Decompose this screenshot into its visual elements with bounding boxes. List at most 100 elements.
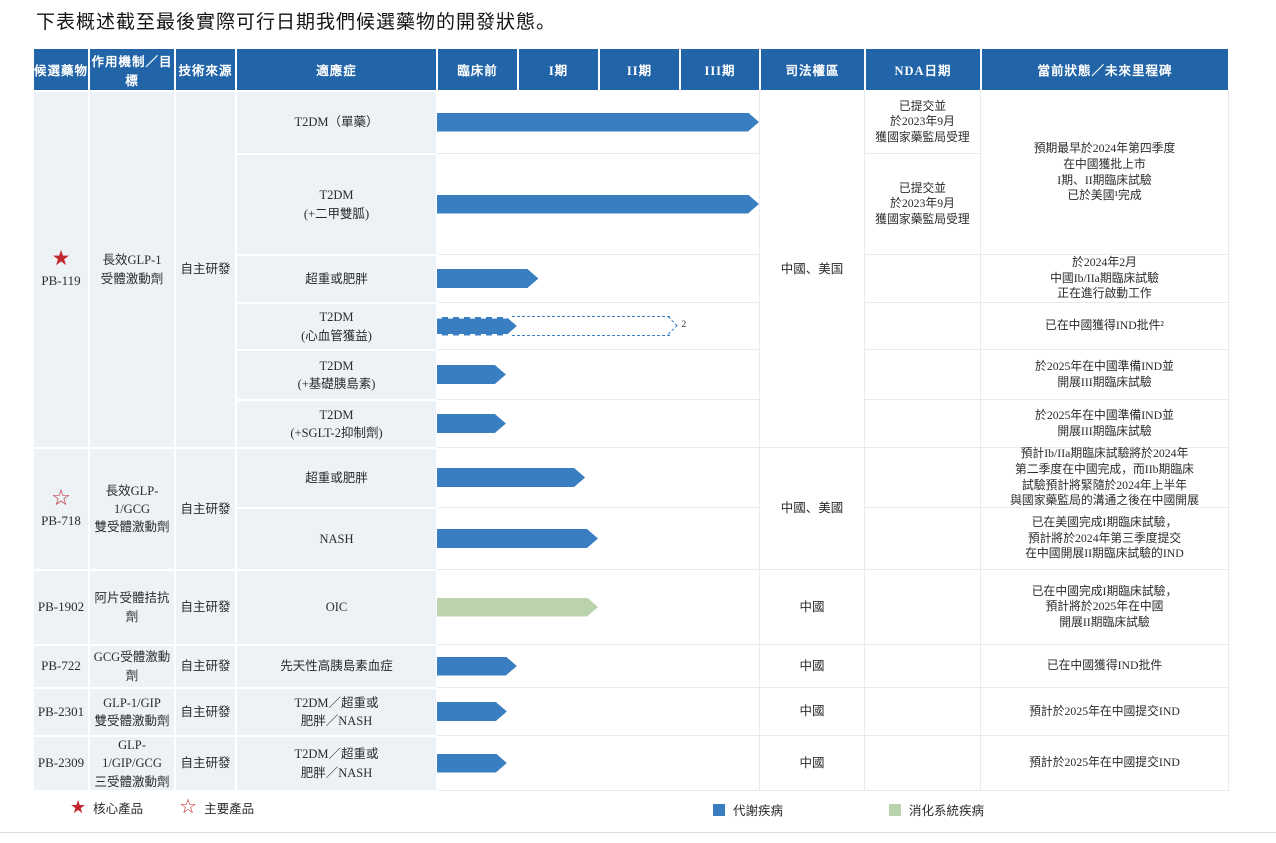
page-title: 下表概述截至最後實際可行日期我們候選藥物的開發狀態。 — [36, 12, 557, 33]
nda-cell — [865, 508, 981, 570]
indication-cell: T2DM (心血管獲益) — [236, 303, 437, 350]
bottom-rule — [0, 832, 1276, 833]
nda-cell — [865, 255, 981, 303]
core-product-star-icon: ★ — [70, 797, 87, 817]
nda-cell — [865, 645, 981, 688]
indication-cell: NASH — [236, 508, 437, 570]
pipeline-table: 候選藥物 作用機制／目標 技術來源 適應症 臨床前 I期 II期 III期 司法… — [33, 48, 1229, 791]
drug-cell-pb-2301: PB-2301 — [33, 688, 89, 736]
status-cell: 於2024年2月 中國Ib/IIa期臨床試驗 正在進行啟動工作 — [981, 255, 1229, 303]
nda-cell — [865, 350, 981, 400]
footnote-marker: 2 — [681, 320, 687, 330]
indication-cell: OIC — [236, 570, 437, 645]
phase-track — [437, 400, 760, 448]
drug-label: PB-722 — [41, 658, 81, 674]
drug-label: PB-2301 — [37, 703, 85, 719]
header-preclinical: 臨床前 — [437, 48, 518, 91]
drug-label: PB-2309 — [37, 755, 85, 771]
progress-bar — [437, 754, 507, 773]
mechanism-cell: 長效GLP-1/GCG 雙受體激動劑 — [89, 448, 175, 570]
status-cell: 於2025年在中國準備IND並 開展III期臨床試驗 — [981, 350, 1229, 400]
major-product-label: 主要產品 — [204, 801, 255, 816]
drug-label: PB-1902 — [37, 599, 85, 615]
nda-cell: 已提交並 於2023年9月 獲國家藥監局受理 — [865, 91, 981, 154]
header-status: 當前狀態／未來里程碑 — [981, 48, 1229, 91]
source-cell: 自主研發 — [175, 645, 236, 688]
drug-label: PB-119 — [41, 273, 81, 289]
status-cell: 預期最早於2024年第四季度 在中國獲批上市 I期、II期臨床試驗 已於美國¹完… — [981, 91, 1229, 255]
phase-track — [437, 154, 760, 255]
status-cell: 於2025年在中國準備IND並 開展III期臨床試驗 — [981, 400, 1229, 448]
digestive-disease-label: 消化系統疾病 — [909, 804, 985, 818]
indication-cell: T2DM (+基礎胰島素) — [236, 350, 437, 400]
progress-bar — [437, 113, 759, 132]
drug-cell-pb-2309: PB-2309 — [33, 736, 89, 791]
mechanism-cell: GCG受體激動劑 — [89, 645, 175, 688]
indication-cell: 超重或肥胖 — [236, 448, 437, 508]
header-phase3: III期 — [680, 48, 760, 91]
header-nda-date: NDA日期 — [865, 48, 981, 91]
nda-cell — [865, 570, 981, 645]
product-legend: ★ 核心產品 ☆ 主要產品 — [70, 797, 254, 817]
indication-cell: T2DM／超重或 肥胖／NASH — [236, 688, 437, 736]
jurisdiction-cell: 中國 — [760, 645, 865, 688]
source-cell: 自主研發 — [175, 91, 236, 448]
progress-bar — [437, 468, 585, 487]
header-mechanism: 作用機制／目標 — [89, 48, 175, 91]
jurisdiction-cell: 中國 — [760, 688, 865, 736]
indication-cell: 先天性高胰島素血症 — [236, 645, 437, 688]
source-cell: 自主研發 — [175, 570, 236, 645]
digestive-disease-swatch — [889, 803, 902, 816]
indication-cell: 超重或肥胖 — [236, 255, 437, 303]
status-cell: 預計於2025年在中國提交IND — [981, 688, 1229, 736]
phase-track — [437, 448, 760, 508]
progress-bar — [437, 702, 507, 721]
jurisdiction-cell: 中國 — [760, 736, 865, 791]
planned-progress-outline — [512, 316, 671, 336]
header-phase2: II期 — [599, 48, 680, 91]
nda-cell — [865, 688, 981, 736]
mechanism-cell: 長效GLP-1 受體激動劑 — [89, 91, 175, 448]
jurisdiction-cell: 中國、美国 — [760, 91, 865, 448]
disease-legend: 代謝疾病 消化系統疾病 — [713, 800, 984, 819]
drug-label: PB-718 — [41, 513, 81, 529]
drug-cell-pb-718: ☆ PB-718 — [33, 448, 89, 570]
source-cell: 自主研發 — [175, 736, 236, 791]
source-cell: 自主研發 — [175, 448, 236, 570]
metabolic-disease-label: 代謝疾病 — [733, 804, 784, 818]
nda-cell — [865, 736, 981, 791]
nda-cell — [865, 303, 981, 350]
phase-track — [437, 645, 760, 688]
status-cell: 預計Ib/IIa期臨床試驗將於2024年 第二季度在中國完成，而IIb期臨床 試… — [981, 446, 1229, 508]
indication-cell: T2DM／超重或 肥胖／NASH — [236, 736, 437, 791]
header-candidate: 候選藥物 — [33, 48, 89, 91]
phase-track — [437, 255, 760, 303]
header-source: 技術來源 — [175, 48, 236, 91]
core-product-star-icon: ★ — [51, 246, 71, 271]
progress-bar — [437, 195, 759, 214]
nda-cell: 已提交並 於2023年9月 獲國家藥監局受理 — [865, 154, 981, 255]
source-cell: 自主研發 — [175, 688, 236, 736]
progress-bar — [437, 365, 506, 384]
phase-track — [437, 91, 760, 154]
phase-track: 2 — [437, 303, 760, 350]
core-product-label: 核心產品 — [93, 801, 144, 816]
indication-cell: T2DM（單藥） — [236, 91, 437, 154]
header-indication: 適應症 — [236, 48, 437, 91]
header-phase1: I期 — [518, 48, 599, 91]
progress-bar — [437, 317, 517, 336]
status-cell: 已在美國完成I期臨床試驗， 預計將於2024年第三季度提交 在中國開展II期臨床… — [981, 508, 1229, 570]
nda-cell — [865, 400, 981, 448]
metabolic-disease-swatch — [713, 803, 725, 816]
phase-track — [437, 350, 760, 400]
progress-bar — [437, 598, 598, 617]
pipeline-page: { "title": "下表概述截至最後實際可行日期我們候選藥物的開發狀態。",… — [0, 0, 1276, 843]
drug-cell-pb-722: PB-722 — [33, 645, 89, 688]
progress-bar — [437, 657, 517, 676]
major-product-star-icon: ☆ — [179, 796, 198, 818]
progress-bar — [437, 269, 538, 288]
status-cell: 預計於2025年在中國提交IND — [981, 736, 1229, 791]
mechanism-cell: GLP-1/GIP 雙受體激動劑 — [89, 688, 175, 736]
phase-track — [437, 570, 760, 645]
jurisdiction-cell: 中國 — [760, 570, 865, 645]
